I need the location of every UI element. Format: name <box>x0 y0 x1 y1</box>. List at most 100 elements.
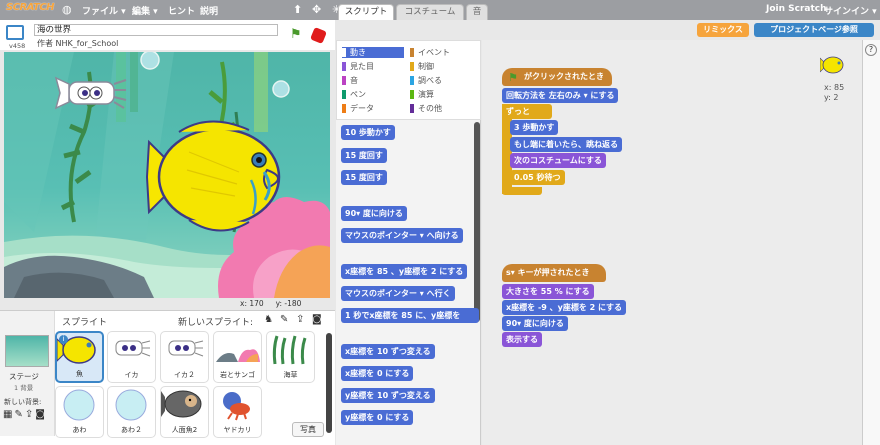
category-sound[interactable]: 音 <box>342 75 404 86</box>
green-flag-icon: ⚑ <box>508 71 518 84</box>
camera-icon[interactable]: ◙ <box>312 314 322 325</box>
mouse-y: y: -180 <box>275 299 302 308</box>
tab-costumes[interactable]: コスチューム <box>396 4 464 20</box>
sprite-name: 海草 <box>283 371 298 379</box>
category-events[interactable]: イベント <box>410 47 472 58</box>
stage-canvas[interactable] <box>4 52 330 298</box>
block-change-y[interactable]: y座標を 10 ずつ変える <box>341 388 435 403</box>
category-control[interactable]: 制御 <box>410 61 472 72</box>
category-pen[interactable]: ペン <box>342 89 404 100</box>
block-glide[interactable]: 1 秒でx座標を 85 に、y座標を <box>341 308 479 323</box>
manfish-thumb-icon <box>161 390 202 418</box>
category-label: 調べる <box>418 76 442 85</box>
category-operators[interactable]: 演算 <box>410 89 472 100</box>
sprite-name: イカ <box>124 371 139 379</box>
block-show[interactable]: 表示する <box>502 332 542 347</box>
menu-hint[interactable]: ヒント <box>168 4 195 17</box>
cut-icon[interactable]: ✥ <box>312 3 321 16</box>
block-set-x[interactable]: x座標を 0 にする <box>341 366 414 381</box>
paint-sprite-icon[interactable]: ✎ <box>280 314 288 325</box>
category-looks[interactable]: 見た目 <box>342 61 404 72</box>
block-change-x[interactable]: x座標を 10 ずつ変える <box>341 344 435 359</box>
version-label: v458 <box>9 42 26 50</box>
remix-button[interactable]: リミックス <box>697 23 749 37</box>
sprite-thumb-hermitcrab[interactable]: ヤドカリ <box>213 386 262 438</box>
block-goto-xy[interactable]: x座標を -9 、y座標を 2 にする <box>502 300 627 315</box>
backdrop-tools-icon[interactable]: ▦✎⇪◙ <box>3 409 47 420</box>
seaweed-thumb-icon <box>272 335 307 365</box>
block-bounce[interactable]: もし端に着いたら、跳ね返る <box>510 137 622 152</box>
category-label: 音 <box>350 76 358 85</box>
block-move-3[interactable]: 3 歩動かす <box>510 120 559 135</box>
squid-thumb-icon <box>168 340 204 357</box>
category-label: データ <box>350 104 374 113</box>
scratch-logo[interactable]: SCRATCH <box>6 2 55 18</box>
hat-label: がクリックされたとき <box>524 72 604 81</box>
join-scratch-link[interactable]: Join Scratch <box>766 4 827 14</box>
fullscreen-icon[interactable] <box>6 25 24 40</box>
sprite-thumb-fish[interactable]: 魚 i <box>55 331 104 383</box>
sprite-thumb-squid[interactable]: イカ <box>107 331 156 383</box>
block-turn-right[interactable]: 15 度回す <box>341 148 387 163</box>
tab-sounds[interactable]: 音 <box>466 4 488 20</box>
sprite-thumb-bubble2[interactable]: あわ２ <box>107 386 156 438</box>
category-data[interactable]: データ <box>342 103 404 114</box>
category-more[interactable]: その他 <box>410 103 472 114</box>
block-forever[interactable]: ずっと <box>502 104 552 119</box>
script-scrollbar[interactable]: ? <box>862 40 880 445</box>
sprite-name: あわ２ <box>121 426 142 434</box>
category-label: その他 <box>418 104 442 113</box>
block-set-y[interactable]: y座標を 0 にする <box>341 410 414 425</box>
hermit-crab-thumb-icon <box>223 392 250 421</box>
sprite-scrollbar[interactable] <box>326 333 332 433</box>
palette-scrollbar[interactable] <box>474 122 480 322</box>
help-icon[interactable]: ? <box>865 44 877 56</box>
upload-sprite-icon[interactable]: ⇪ <box>296 314 304 325</box>
menu-edit[interactable]: 編集 ▾ <box>132 4 158 17</box>
sprite-thumb-squid2[interactable]: イカ２ <box>160 331 209 383</box>
category-label: 動き <box>350 48 366 57</box>
current-sprite-icon <box>820 56 844 74</box>
project-page-button[interactable]: プロジェクトページ参照 <box>754 23 874 37</box>
category-label: 演算 <box>418 90 434 99</box>
info-icon[interactable]: i <box>59 335 68 344</box>
squid-thumb-icon <box>115 340 151 357</box>
menu-file[interactable]: ファイル ▾ <box>82 4 126 17</box>
block-point-towards[interactable]: マウスのポインター ▾ へ向ける <box>341 228 463 243</box>
block-next-costume[interactable]: 次のコスチュームにする <box>510 153 606 168</box>
block-point-direction[interactable]: 90▾ 度に向ける <box>502 316 568 331</box>
tab-scripts[interactable]: スクリプト <box>338 4 394 20</box>
duplicate-stamp-icon[interactable]: ⬆ <box>293 3 302 16</box>
sprite-pane: スプライト 新しいスプライト: ♞ ✎ ⇪ ◙ ステージ 1 背景 新しい背景:… <box>0 310 335 445</box>
block-wait[interactable]: 0.05 秒待つ <box>510 170 565 185</box>
stage-thumbnail[interactable] <box>5 335 49 367</box>
block-turn-left[interactable]: 15 度回す <box>341 170 387 185</box>
rocks-coral-thumb-icon <box>216 349 260 362</box>
hat-key-pressed[interactable]: s▾ キーが押されたとき <box>502 264 606 282</box>
block-set-size[interactable]: 大きさを 55 % にする <box>502 284 594 299</box>
block-goto-xy[interactable]: x座標を 85 、y座標を 2 にする <box>341 264 468 279</box>
menu-about[interactable]: 説明 <box>200 4 218 17</box>
sprite-library-icon[interactable]: ♞ <box>264 314 273 325</box>
sprite-thumb-manfish[interactable]: 人面魚2 <box>160 386 209 438</box>
photo-button[interactable]: 写真 <box>292 422 324 437</box>
block-rotation-style[interactable]: 回転方法を 左右のみ ▾ にする <box>502 88 619 103</box>
project-title-input[interactable]: 海の世界 <box>34 24 278 36</box>
category-motion[interactable]: 動き <box>342 47 404 58</box>
block-point-direction[interactable]: 90▾ 度に向ける <box>341 206 407 221</box>
category-sensing[interactable]: 調べる <box>410 75 472 86</box>
block-move-steps[interactable]: 10 歩動かす <box>341 125 395 140</box>
sprite-thumb-bubble[interactable]: あわ <box>55 386 104 438</box>
hat-green-flag[interactable]: ⚑ がクリックされたとき <box>502 68 612 86</box>
signin-link[interactable]: サインイン ▾ <box>824 4 877 17</box>
sprite-thumb-seaweed[interactable]: 海草 <box>266 331 315 383</box>
globe-icon[interactable]: ◍ <box>62 3 72 16</box>
block-goto[interactable]: マウスのポインター ▾ へ行く <box>341 286 455 301</box>
sprite-thumb-rocks[interactable]: 岩とサンゴ <box>213 331 262 383</box>
green-flag-icon[interactable]: ⚑ <box>290 27 302 42</box>
bubble-thumb-icon <box>63 389 95 421</box>
sprite-name: 魚 <box>76 370 83 378</box>
new-backdrop-label: 新しい背景: <box>4 398 42 406</box>
forever-footer <box>502 187 542 195</box>
mouse-x: x: 170 <box>240 299 264 308</box>
